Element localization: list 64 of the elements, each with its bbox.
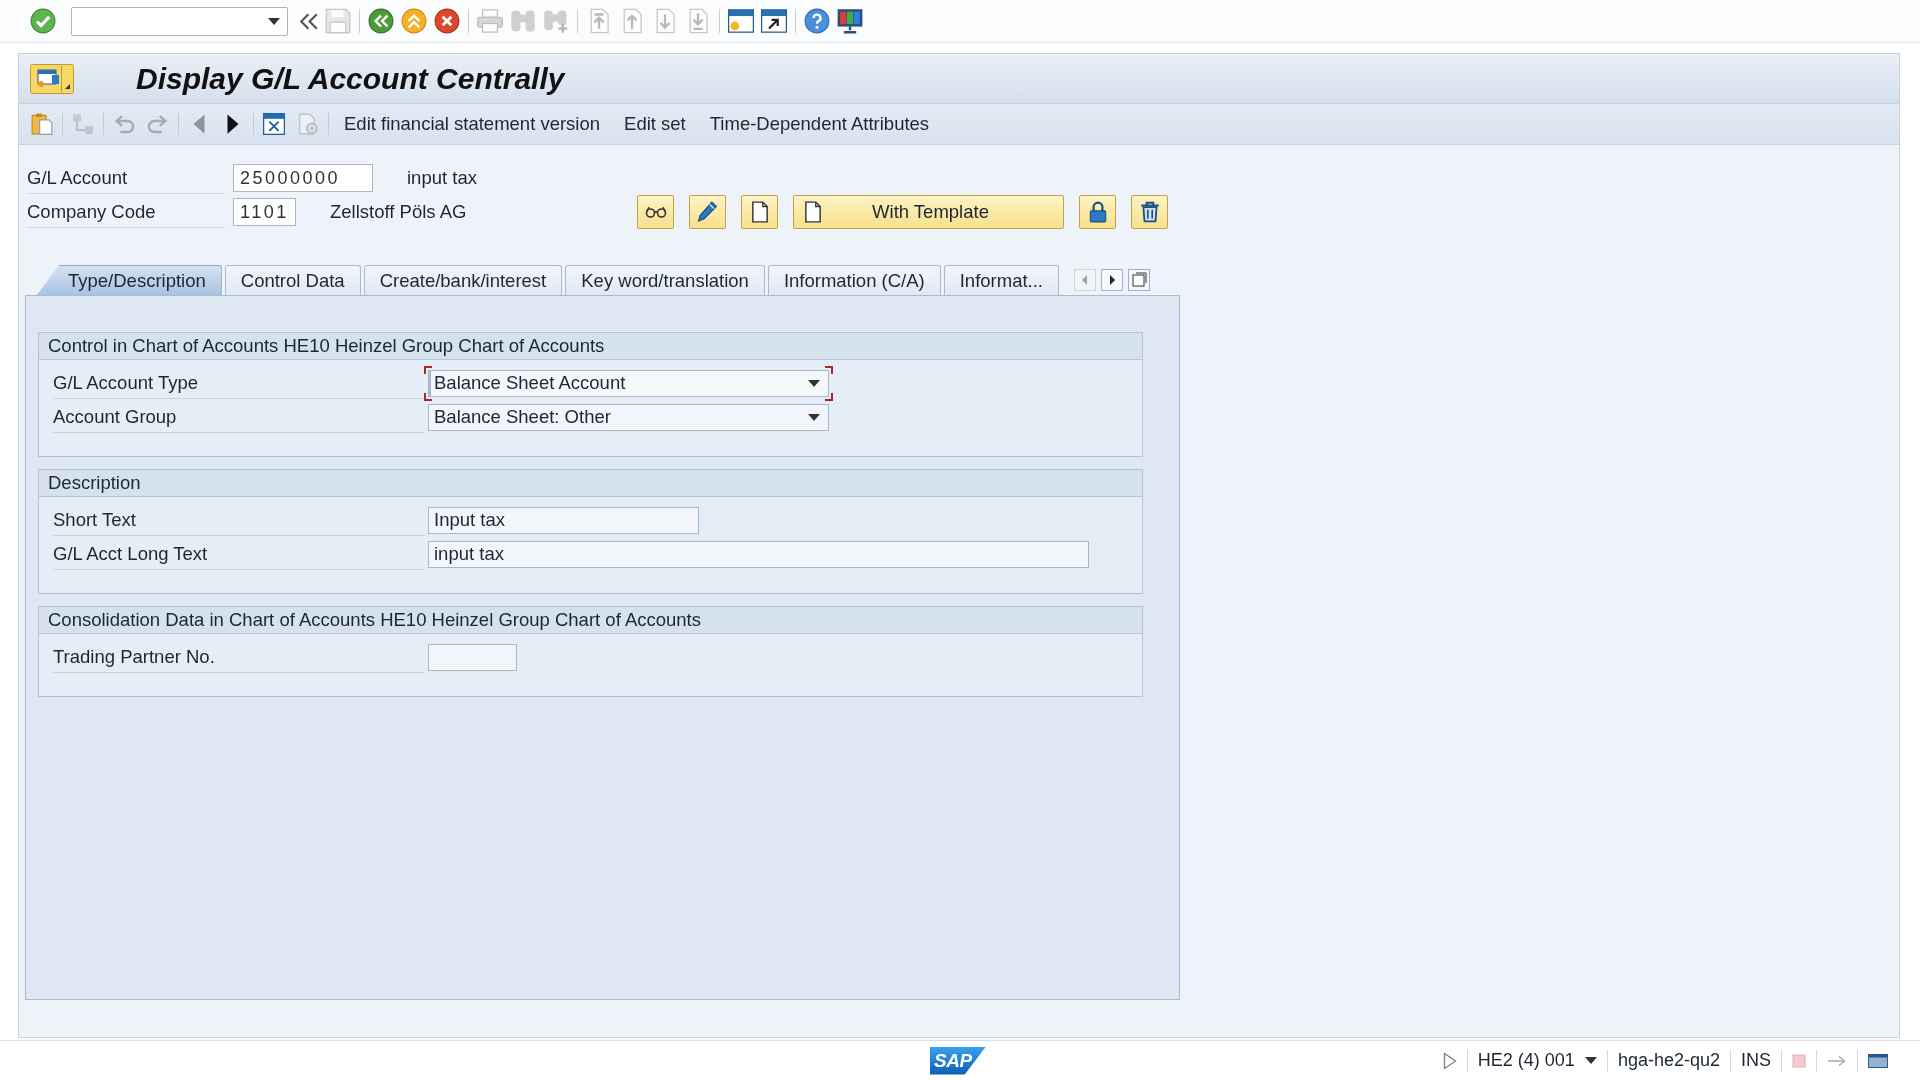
double-chevron-icon[interactable]: [300, 12, 318, 30]
sap-logo: SAP: [930, 1046, 986, 1075]
window-icon[interactable]: [1868, 1053, 1888, 1068]
trash-icon: [1138, 201, 1161, 223]
tab[interactable]: Informat...: [943, 265, 1059, 295]
shortcut-window-icon[interactable]: [761, 8, 787, 34]
field-label: Company Code: [27, 196, 225, 228]
tab[interactable]: Control Data: [224, 265, 361, 295]
template-button[interactable]: With Template: [793, 195, 1064, 229]
input-field[interactable]: 25000000: [233, 164, 373, 192]
server-name: hga-he2-qu2: [1617, 1050, 1720, 1071]
edit-button[interactable]: [689, 195, 726, 229]
toolbar-button[interactable]: Time-Dependent Attributes: [703, 109, 936, 139]
field-description: Zellstoff Pöls AG: [330, 201, 467, 223]
system-info[interactable]: HE2 (4) 001: [1477, 1050, 1575, 1071]
window-menu-icon[interactable]: [30, 63, 74, 94]
page-icon: [802, 201, 824, 223]
display-button[interactable]: [637, 195, 674, 229]
field-label: Account Group: [53, 401, 425, 433]
field-label: Trading Partner No.: [53, 641, 425, 673]
dropdown-field[interactable]: Balance Sheet Account: [424, 365, 833, 401]
caret-icon[interactable]: [1584, 1057, 1597, 1064]
new-window-icon[interactable]: [728, 8, 754, 34]
window-title: Display G/L Account Centrally: [136, 61, 565, 96]
group-title: Description: [39, 470, 1142, 497]
window-cross-icon[interactable]: [263, 113, 285, 135]
tab[interactable]: Type/Description: [37, 265, 222, 295]
tab-list-icon[interactable]: [1128, 269, 1150, 291]
cancel-icon[interactable]: [434, 8, 460, 34]
caret-icon[interactable]: [808, 413, 820, 421]
arrow-icon: [1827, 1054, 1847, 1067]
input-mode[interactable]: INS: [1741, 1050, 1771, 1071]
input-field[interactable]: 1101: [233, 198, 296, 226]
input-field[interactable]: input tax: [428, 540, 1089, 568]
toolbar-button[interactable]: Edit set: [618, 109, 692, 139]
square-icon: [1792, 1053, 1806, 1068]
checkmark-icon[interactable]: [30, 8, 56, 34]
group-title: Control in Chart of Accounts HE10 Heinzel Group Chart of Accounts: [39, 333, 1142, 360]
tab[interactable]: Key word/translation: [565, 265, 765, 295]
exit-icon[interactable]: [401, 8, 427, 34]
tab[interactable]: Information (C/A): [767, 265, 941, 295]
pencil-icon: [696, 201, 719, 223]
monitor-icon[interactable]: [837, 8, 863, 34]
help-icon[interactable]: [804, 8, 830, 34]
clipboard-page-icon[interactable]: [31, 113, 53, 135]
caret-icon[interactable]: [268, 17, 280, 25]
command-field[interactable]: [71, 6, 288, 36]
field-label: Short Text: [53, 504, 425, 536]
tab[interactable]: Create/bank/interest: [363, 265, 563, 295]
group-title: Consolidation Data in Chart of Accounts HE10 Heinzel Group Chart of Accounts: [39, 607, 1142, 634]
lock-button[interactable]: [1079, 195, 1116, 229]
toolbar-button[interactable]: Edit financial statement version: [338, 109, 607, 139]
field-label: G/L Account: [27, 162, 225, 194]
delete-button[interactable]: [1131, 195, 1168, 229]
input-field[interactable]: Input tax: [428, 506, 699, 534]
caret-icon[interactable]: [808, 379, 820, 387]
create-button[interactable]: [741, 195, 778, 229]
triangle-icon[interactable]: [1442, 1051, 1457, 1070]
dropdown-field[interactable]: Balance Sheet: Other: [428, 403, 829, 431]
field-description: input tax: [407, 167, 477, 189]
back-icon[interactable]: [368, 8, 394, 34]
field-label: G/L Acct Long Text: [53, 538, 425, 570]
input-field[interactable]: [428, 643, 517, 671]
scroll-right-icon[interactable]: [1101, 269, 1123, 291]
